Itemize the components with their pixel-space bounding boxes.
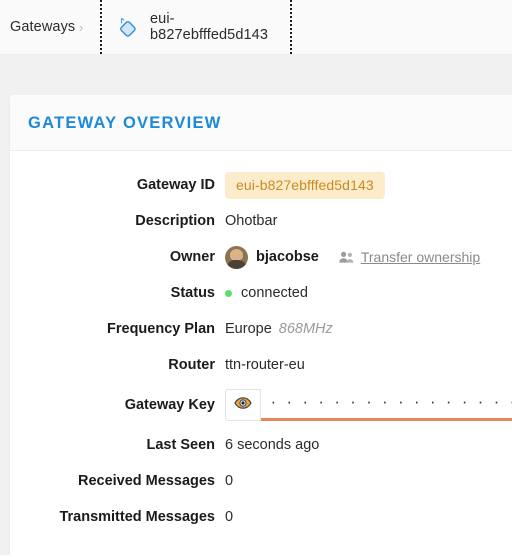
value-last-seen: 6 seconds ago [225, 437, 320, 453]
row-description: Description Ohotbar [10, 203, 512, 239]
status-indicator-dot [225, 289, 232, 297]
breadcrumb-separator: › [79, 0, 83, 54]
frequency-plan-band: 868MHz [278, 321, 333, 337]
reveal-key-button[interactable] [225, 389, 261, 421]
label-description: Description [135, 213, 215, 229]
value-status-container: connected [225, 285, 512, 301]
page-background: GATEWAY OVERVIEW Gateway ID eui-b827ebff… [0, 55, 512, 557]
row-status: Status connected [10, 275, 512, 311]
people-icon [339, 251, 354, 263]
value-description: Ohotbar [225, 213, 278, 229]
avatar [225, 245, 248, 269]
value-gateway-key-container: · · · · · · · · · · · · · · · · · · · · … [225, 389, 512, 421]
breadcrumb-gateways-link[interactable]: Gateways [10, 0, 75, 54]
gateway-key-field-group: · · · · · · · · · · · · · · · · · · · · … [225, 389, 512, 421]
label-router: Router [168, 357, 215, 373]
transfer-ownership-link[interactable]: Transfer ownership [339, 249, 480, 265]
label-received-messages: Received Messages [77, 473, 215, 489]
eye-icon [234, 397, 252, 413]
value-last-seen-container: 6 seconds ago [225, 437, 512, 453]
value-transmitted-messages: 0 [225, 509, 234, 525]
frequency-plan-region: Europe [225, 321, 272, 337]
page-title: GATEWAY OVERVIEW [28, 114, 222, 132]
transfer-ownership-label: Transfer ownership [360, 249, 481, 265]
value-transmitted-messages-container: 0 [225, 509, 512, 525]
value-frequency-plan-container: Europe 868MHz [225, 321, 512, 337]
value-description-container: Ohotbar [225, 213, 512, 229]
row-frequency-plan: Frequency Plan Europe 868MHz [10, 311, 512, 347]
value-router: ttn-router-eu [225, 357, 305, 373]
value-gateway-id-container: eui-b827ebfffed5d143 [225, 171, 512, 199]
gateway-key-input[interactable]: · · · · · · · · · · · · · · · · · · · · … [261, 389, 512, 421]
row-owner: Owner bjacobse Transfer ownership [10, 239, 512, 275]
card-header: GATEWAY OVERVIEW [10, 95, 512, 151]
value-router-container: ttn-router-eu [225, 357, 512, 373]
label-owner: Owner [169, 249, 215, 265]
gateway-diamond-icon [115, 14, 141, 40]
row-gateway-key: Gateway Key · · · · · · · · · · · · · · … [10, 383, 512, 427]
row-router: Router ttn-router-eu [10, 347, 512, 383]
chevron-right-icon: › [79, 19, 84, 35]
gateway-overview-card: GATEWAY OVERVIEW Gateway ID eui-b827ebff… [10, 95, 512, 557]
label-gateway-key: Gateway Key [124, 397, 215, 413]
label-gateway-id: Gateway ID [136, 177, 215, 193]
label-transmitted-messages: Transmitted Messages [59, 509, 215, 525]
row-last-seen: Last Seen 6 seconds ago [10, 427, 512, 463]
label-status: Status [170, 285, 215, 301]
owner-username: bjacobse [256, 249, 319, 265]
status-badge: connected [241, 285, 308, 301]
label-last-seen: Last Seen [146, 437, 216, 453]
row-received-messages: Received Messages 0 [10, 463, 512, 499]
card-body: Gateway ID eui-b827ebfffed5d143 Descript… [10, 151, 512, 557]
breadcrumb-current-tab[interactable]: eui-b827ebfffed5d143 [100, 0, 292, 54]
gateway-key-masked-value: · · · · · · · · · · · · · · · · · · · · … [271, 394, 512, 412]
breadcrumb-current-label: eui-b827ebfffed5d143 [150, 11, 268, 43]
value-received-messages: 0 [225, 473, 234, 489]
label-frequency-plan: Frequency Plan [107, 321, 215, 337]
value-owner-container: bjacobse Transfer ownership [225, 245, 512, 269]
row-transmitted-messages: Transmitted Messages 0 [10, 499, 512, 535]
gateway-id-badge: eui-b827ebfffed5d143 [225, 171, 385, 199]
value-received-messages-container: 0 [225, 473, 512, 489]
row-gateway-id: Gateway ID eui-b827ebfffed5d143 [10, 167, 512, 203]
breadcrumb-bar: Gateways › eui-b827ebfffed5d143 [0, 0, 512, 55]
breadcrumb-gateways-label: Gateways [10, 19, 76, 35]
